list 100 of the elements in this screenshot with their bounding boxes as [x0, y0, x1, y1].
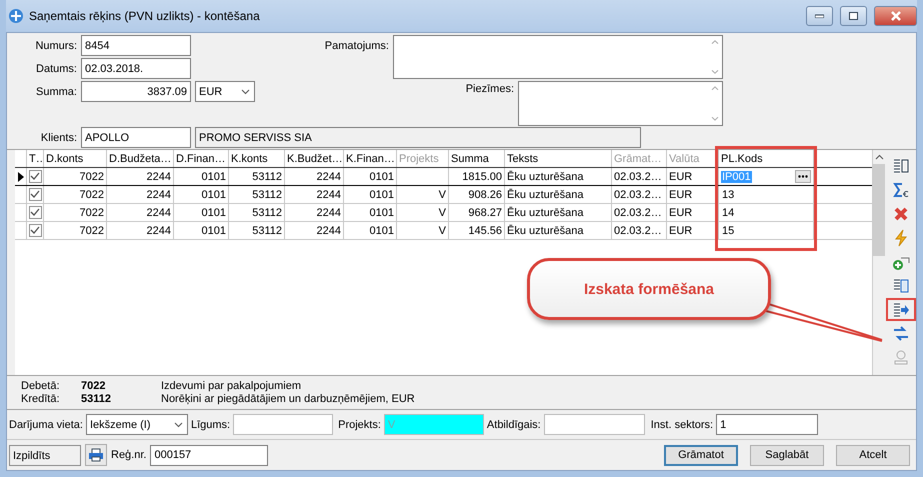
- account-code: 7022: [81, 380, 106, 392]
- field-label: Darījuma vieta:: [9, 418, 83, 430]
- column-header[interactable]: D.Finan…: [174, 150, 229, 167]
- field-label: Piezīmes:: [466, 82, 514, 95]
- scroll-up-icon[interactable]: [874, 154, 884, 160]
- account-code: 53112: [81, 393, 112, 405]
- account-description: Izdevumi par pakalpojumiem: [161, 380, 302, 392]
- close-button[interactable]: [874, 6, 917, 26]
- table-cell[interactable]: 13: [721, 188, 736, 200]
- table-cell: 7022: [44, 168, 107, 185]
- table-cell: 2244: [107, 204, 174, 221]
- maximize-button[interactable]: [840, 6, 867, 26]
- table-cell: 2244: [107, 186, 174, 203]
- account-label: Kredītā:: [21, 393, 61, 405]
- table-cell: 53112: [229, 222, 285, 239]
- export-icon[interactable]: [886, 298, 916, 321]
- table-cell: 0101: [174, 168, 229, 185]
- column-header[interactable]: Summa: [449, 150, 505, 167]
- sector-field[interactable]: 1: [716, 414, 818, 435]
- field-label: Atbildīgais:: [486, 418, 541, 430]
- notes-textarea[interactable]: [518, 81, 723, 126]
- column-header[interactable]: D.Budžeta…: [107, 150, 174, 167]
- status-label: Izpildīts: [9, 444, 81, 466]
- responsible-field[interactable]: [544, 414, 645, 435]
- currency-select[interactable]: EUR: [195, 81, 255, 102]
- chevron-down-icon: [174, 422, 183, 428]
- dialog-button[interactable]: Grāmatot: [664, 444, 738, 466]
- row-checkbox[interactable]: [28, 188, 42, 201]
- dialog-button[interactable]: Atcelt: [836, 444, 910, 466]
- table-cell: 7022: [44, 222, 107, 239]
- column-header[interactable]: D.konts: [44, 150, 107, 167]
- table-cell: EUR: [667, 186, 719, 203]
- table-cell: V: [397, 204, 449, 221]
- table-cell: Ēku uzturēšana: [505, 222, 612, 239]
- client-code-field[interactable]: APOLLO: [81, 127, 191, 148]
- table-cell: EUR: [667, 168, 719, 185]
- amount-field[interactable]: 3837.09: [81, 81, 191, 102]
- account-description: Norēķini ar piegādātājiem un darbuzņēmējiem, EUR: [161, 393, 416, 405]
- client-name-field: PROMO SERVISS SIA: [195, 127, 641, 148]
- registration-number-field[interactable]: 000157: [150, 444, 268, 466]
- table-cell: 7022: [44, 186, 107, 203]
- app-logo-icon: [8, 8, 24, 24]
- table-cell: 2244: [107, 222, 174, 239]
- field-label: Klients:: [40, 132, 77, 144]
- table-cell: 0101: [174, 186, 229, 203]
- more-button[interactable]: [795, 170, 811, 183]
- field-label: Summa:: [35, 86, 77, 98]
- field-label: Pamatojums:: [324, 40, 389, 52]
- table-cell: 02.03.2…: [612, 168, 667, 185]
- field-label: Projekts:: [338, 418, 381, 430]
- column-header[interactable]: PL.Kods: [719, 150, 814, 167]
- column-header[interactable]: K.Budžet…: [285, 150, 344, 167]
- table-cell: 145.56: [449, 222, 505, 239]
- ellipsis-icon: [798, 175, 808, 178]
- row-checkbox[interactable]: [28, 170, 42, 183]
- field-label: Datums:: [35, 63, 77, 75]
- row-checkbox[interactable]: [28, 206, 42, 219]
- field-label: Inst. sektors:: [650, 418, 714, 430]
- table-cell: 1815.00: [449, 168, 505, 185]
- table-cell: 0101: [174, 222, 229, 239]
- table-cell: 0101: [344, 222, 397, 239]
- column-header[interactable]: Teksts: [505, 150, 612, 167]
- row-pointer-icon: [18, 172, 24, 182]
- table-cell: 908.26: [449, 186, 505, 203]
- date-field[interactable]: 02.03.2018.: [81, 58, 191, 79]
- table-cell: 2244: [285, 222, 344, 239]
- table-cell: V: [397, 222, 449, 239]
- table-cell: 968.27: [449, 204, 505, 221]
- close-icon: [890, 11, 902, 21]
- table-cell: 7022: [44, 204, 107, 221]
- table-cell: 2244: [107, 168, 174, 185]
- table-cell: 2244: [285, 186, 344, 203]
- contract-field[interactable]: [233, 414, 334, 435]
- table-cell: Ēku uzturēšana: [505, 204, 612, 221]
- table-cell[interactable]: 15: [721, 224, 736, 236]
- minimize-button[interactable]: [806, 6, 833, 26]
- table-cell: 0101: [344, 168, 397, 185]
- table-cell: Ēku uzturēšana: [505, 168, 612, 185]
- table-cell: 2244: [285, 204, 344, 221]
- callout-bubble: Izskata formēšana: [527, 258, 771, 320]
- minimize-icon: [815, 14, 824, 18]
- dialog-button[interactable]: Saglabāt: [750, 444, 824, 466]
- number-field[interactable]: 8454: [81, 35, 191, 56]
- table-cell: 0101: [344, 186, 397, 203]
- maximize-icon: [849, 12, 858, 20]
- basis-textarea[interactable]: [393, 35, 723, 79]
- column-header[interactable]: K.konts: [229, 150, 285, 167]
- print-button[interactable]: [85, 444, 107, 466]
- chevron-down-icon: [241, 88, 250, 94]
- window-title: Saņemtais rēķins (PVN uzlikts) - kontēšana: [29, 9, 261, 23]
- table-cell[interactable]: 14: [721, 206, 736, 218]
- table-cell: 53112: [229, 204, 285, 221]
- transaction-place-select[interactable]: Iekšzeme (I): [86, 414, 188, 435]
- column-header[interactable]: K.Finan…: [344, 150, 397, 167]
- table-cell: 02.03.2…: [612, 204, 667, 221]
- scrollbar-thumb[interactable]: [873, 164, 886, 256]
- table-cell: EUR: [667, 204, 719, 221]
- row-checkbox[interactable]: [28, 224, 42, 237]
- table-cell: 0101: [174, 204, 229, 221]
- column-header[interactable]: T…: [27, 150, 44, 167]
